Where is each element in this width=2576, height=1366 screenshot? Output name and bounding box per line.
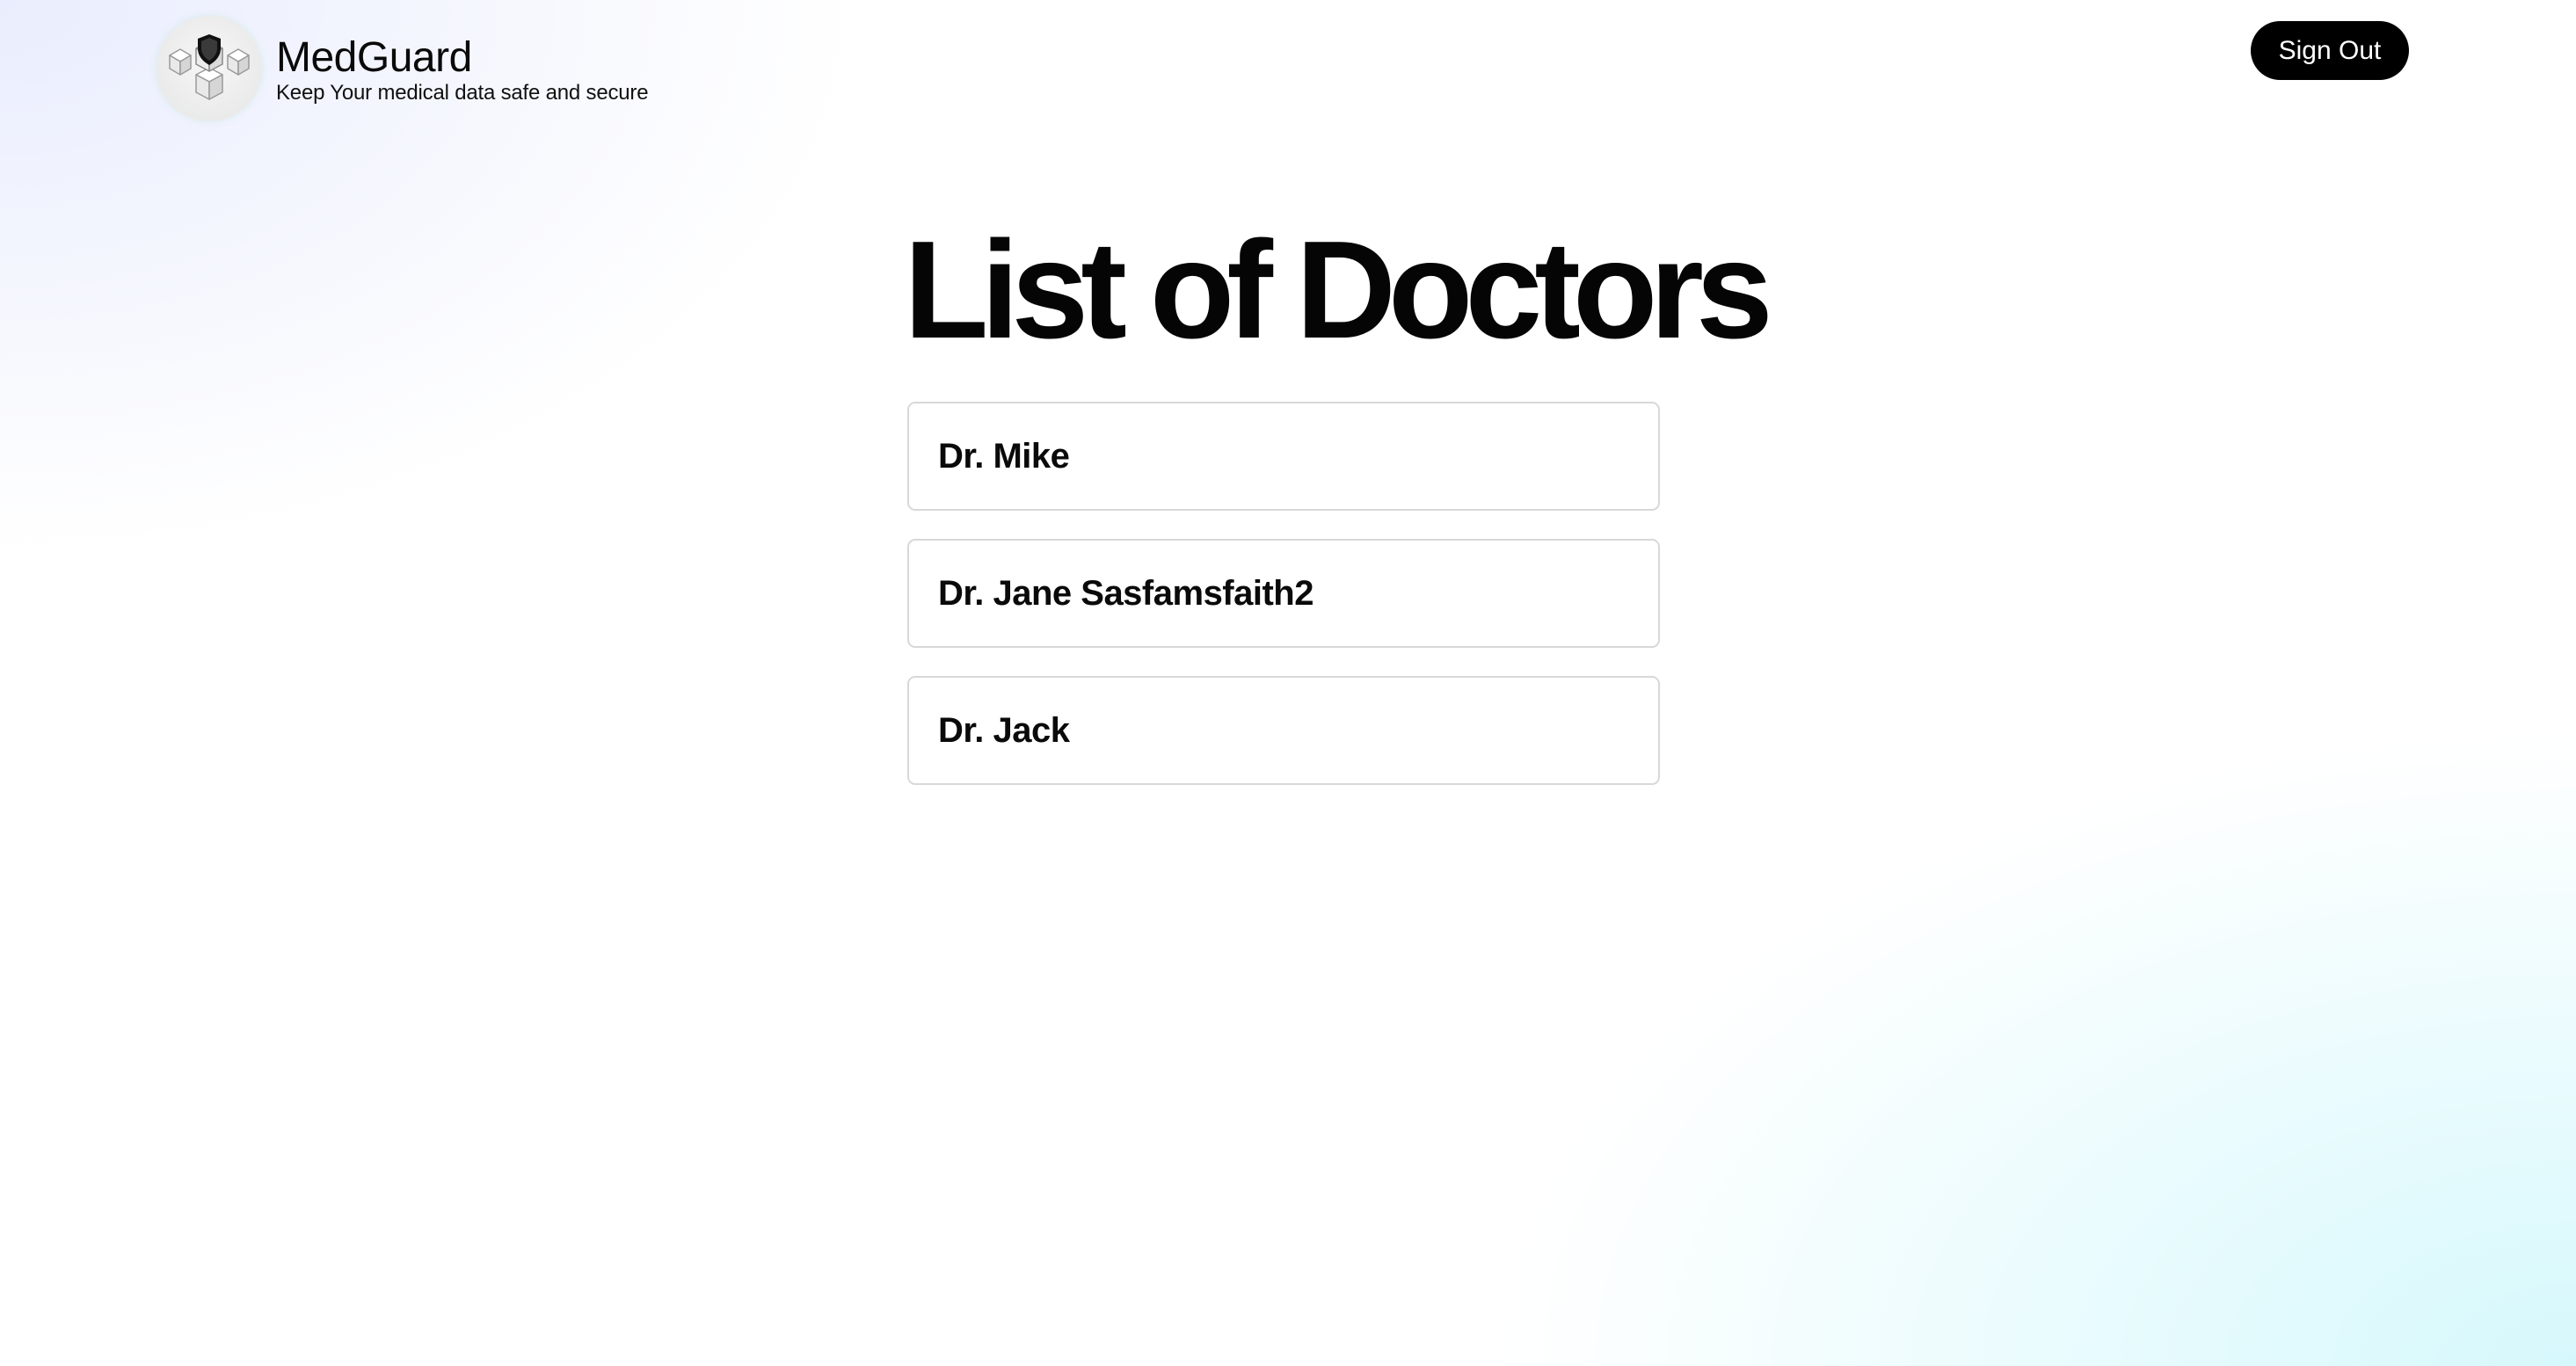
main-content: List of Doctors Dr. Mike Dr. Jane Sasfam… — [904, 211, 1773, 813]
doctor-name: Dr. Mike — [938, 436, 1070, 476]
brand-name: MedGuard — [276, 34, 472, 81]
doctor-card[interactable]: Dr. Mike — [907, 402, 1660, 511]
app-header: MedGuard Keep Your medical data safe and… — [0, 0, 2576, 132]
doctor-card[interactable]: Dr. Jane Sasfamsfaith2 — [907, 539, 1660, 648]
doctor-name: Dr. Jack — [938, 710, 1070, 750]
sign-out-button[interactable]: Sign Out — [2251, 21, 2409, 80]
doctor-list: Dr. Mike Dr. Jane Sasfamsfaith2 Dr. Jack — [907, 402, 1660, 813]
brand-text: MedGuard Keep Your medical data safe and… — [276, 33, 649, 105]
brand-tagline: Keep Your medical data safe and secure — [276, 81, 649, 105]
page-title: List of Doctors — [904, 213, 1773, 367]
doctor-name: Dr. Jane Sasfamsfaith2 — [938, 573, 1314, 613]
shield-cubes-icon — [156, 16, 262, 121]
brand[interactable]: MedGuard Keep Your medical data safe and… — [156, 16, 649, 121]
doctor-card[interactable]: Dr. Jack — [907, 676, 1660, 785]
